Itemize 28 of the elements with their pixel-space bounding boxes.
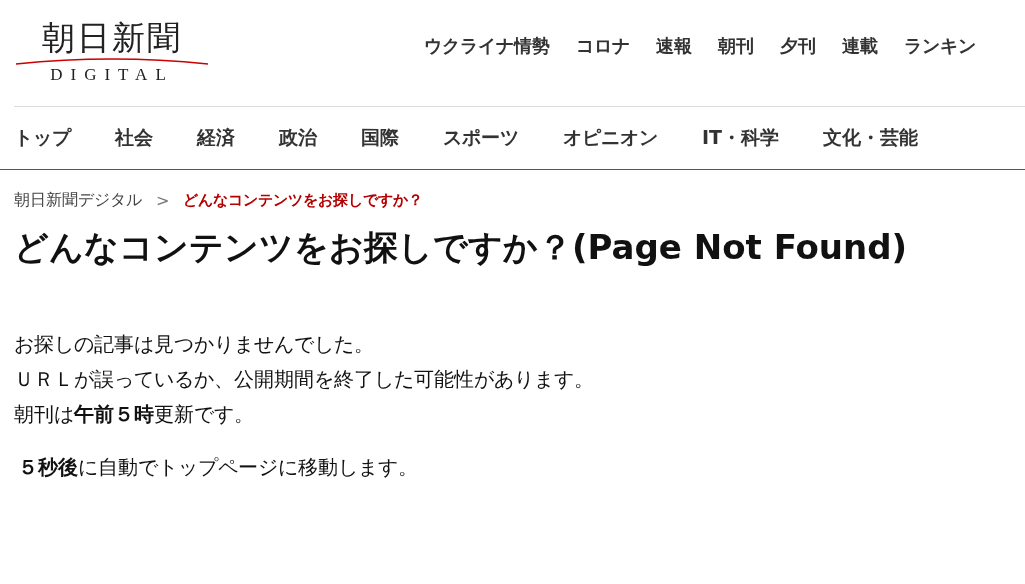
logo-subtitle: DIGITAL bbox=[50, 65, 174, 85]
nav-link[interactable]: ランキン bbox=[904, 34, 976, 58]
logo-title: 朝日新聞 bbox=[42, 19, 182, 57]
breadcrumb-link[interactable]: どんなコンテンツをお探しですか？ bbox=[183, 191, 424, 210]
nav-link[interactable]: 夕刊 bbox=[780, 34, 816, 58]
category-link[interactable]: トップ bbox=[14, 125, 71, 151]
site-logo[interactable]: 朝日新聞 DIGITAL bbox=[14, 19, 210, 85]
nav-link[interactable]: 速報 bbox=[656, 34, 692, 58]
category-link[interactable]: オピニオン bbox=[563, 125, 658, 151]
category-link[interactable]: IT・科学 bbox=[702, 125, 780, 151]
message-line: ＵＲＬが誤っているか、公開期間を終了した可能性があります。 bbox=[14, 366, 595, 393]
redirect-note: ５秒後に自動でトップページに移動します。 bbox=[18, 454, 419, 481]
breadcrumb-separator: > bbox=[156, 191, 170, 210]
nav-link[interactable]: ウクライナ情勢 bbox=[424, 34, 550, 58]
page-heading: どんなコンテンツをお探しですか？(Page Not Found) bbox=[14, 226, 909, 269]
breadcrumb-link[interactable]: 朝日新聞デジタル bbox=[14, 190, 142, 211]
message-line: 朝刊は午前５時更新です。 bbox=[14, 401, 255, 428]
category-link[interactable]: 経済 bbox=[197, 125, 235, 151]
category-link[interactable]: 社会 bbox=[115, 125, 153, 151]
message-line: お探しの記事は見つかりませんでした。 bbox=[14, 331, 375, 358]
category-link[interactable]: スポーツ bbox=[443, 125, 519, 151]
nav-link[interactable]: 朝刊 bbox=[718, 34, 754, 58]
arc-icon bbox=[14, 57, 210, 65]
nav-link[interactable]: 連載 bbox=[842, 34, 878, 58]
category-link[interactable]: 文化・芸能 bbox=[823, 125, 919, 151]
nav-link[interactable]: コロナ bbox=[576, 34, 630, 58]
category-link[interactable]: 国際 bbox=[361, 125, 399, 151]
category-link[interactable]: 政治 bbox=[279, 125, 317, 151]
